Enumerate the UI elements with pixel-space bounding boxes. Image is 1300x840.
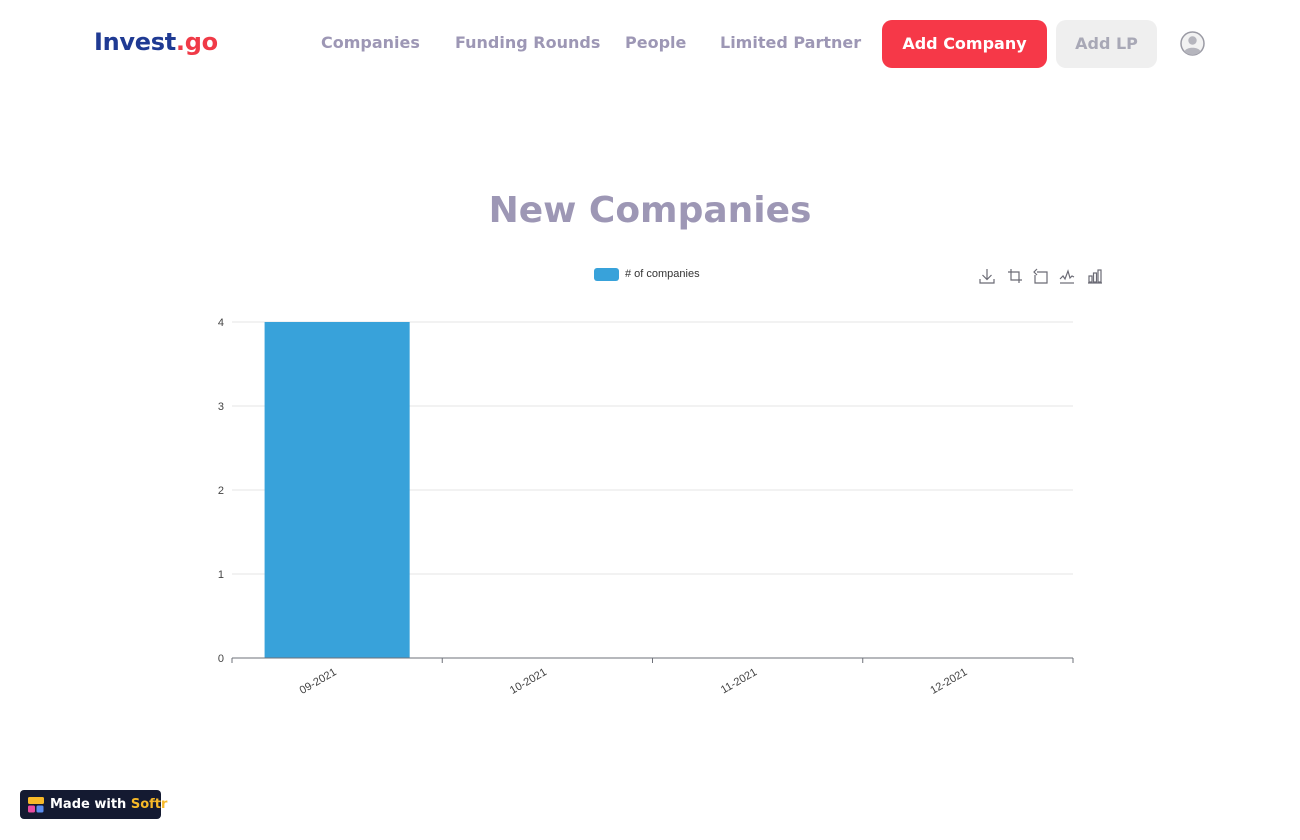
reset-icon[interactable] [1031, 266, 1051, 286]
made-with-softr-badge[interactable]: Made with Softr [20, 790, 167, 819]
y-tick-label: 4 [218, 317, 224, 329]
softr-brand-label: Softr [130, 797, 168, 812]
bar[interactable] [264, 322, 410, 658]
made-with-label: Made with [50, 797, 127, 812]
x-tick-label: 10-2021 [508, 666, 549, 697]
y-tick-label: 2 [218, 485, 224, 497]
x-tick-label: 09-2021 [298, 666, 339, 697]
legend-swatch[interactable] [594, 268, 619, 281]
y-tick-label: 1 [218, 569, 224, 581]
y-tick-label: 3 [218, 401, 224, 413]
legend-label[interactable]: # of companies [625, 268, 700, 280]
line-chart-icon[interactable] [1057, 266, 1077, 286]
softr-logo-icon [28, 797, 44, 813]
download-icon[interactable] [977, 266, 997, 286]
bar-chart: 0 1 2 3 4 09-2021 10-2021 11-2021 12-2021 # of c… [218, 266, 1105, 697]
bar-chart-icon[interactable] [1085, 266, 1105, 286]
x-tick-label: 12-2021 [928, 666, 969, 697]
x-tick-label: 11-2021 [719, 666, 759, 696]
crop-icon[interactable] [1005, 266, 1025, 286]
y-tick-label: 0 [218, 653, 224, 665]
